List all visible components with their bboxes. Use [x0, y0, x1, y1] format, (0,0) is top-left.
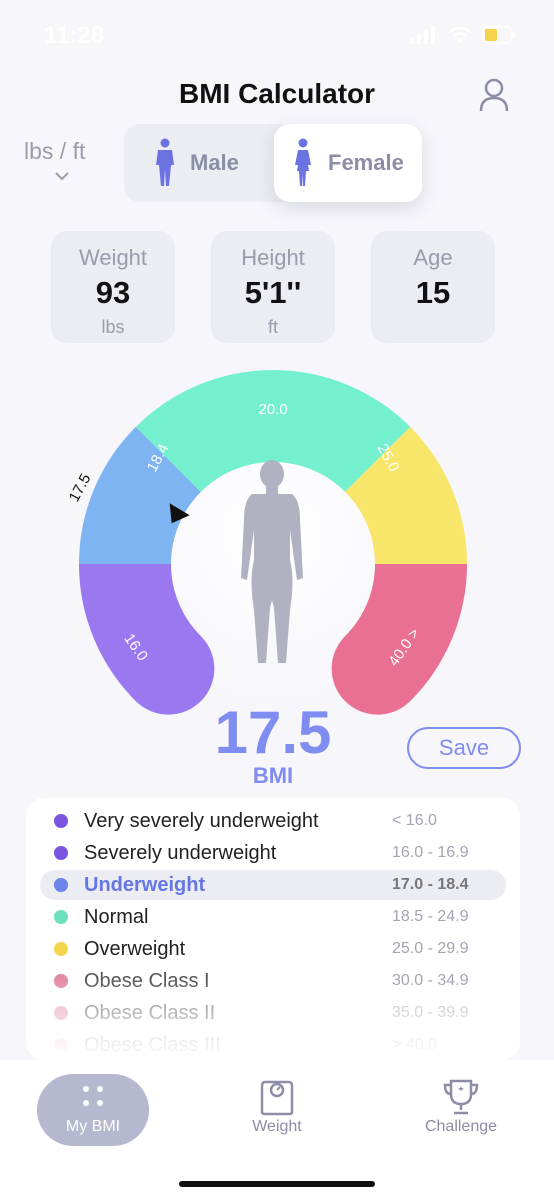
- bmi-gauge: 16.0 18.4 20.0 25.0 40.0 > 17.5: [66, 370, 467, 715]
- category-range: > 40.0: [392, 1036, 437, 1053]
- category-dot: [54, 910, 68, 924]
- save-button[interactable]: Save: [407, 727, 521, 769]
- height-card[interactable]: Height 5'1'' ft: [211, 231, 335, 343]
- list-item: Overweight 25.0 - 29.9: [40, 934, 506, 964]
- category-range: 17.0 - 18.4: [392, 876, 469, 893]
- trophy-icon: [443, 1079, 479, 1115]
- tab-weight[interactable]: Weight: [221, 1074, 333, 1144]
- signal-icon: [410, 26, 435, 44]
- gender-toggle: Male Female: [124, 124, 422, 202]
- category-dot: [54, 1006, 68, 1020]
- status-time: 11:28: [44, 22, 105, 49]
- bmi-value: 17.5: [214, 699, 332, 766]
- category-name: Normal: [84, 905, 149, 928]
- male-option[interactable]: Male: [124, 124, 274, 202]
- height-unit: ft: [267, 317, 278, 337]
- gauge-tick-20: 20.0: [258, 401, 287, 418]
- female-label: Female: [328, 150, 404, 175]
- category-range: < 16.0: [392, 812, 437, 829]
- category-dot: [54, 942, 68, 956]
- tab-challenge[interactable]: Challenge: [405, 1074, 517, 1144]
- list-item: Normal 18.5 - 24.9: [40, 902, 506, 932]
- female-figure-icon: [295, 138, 311, 186]
- list-item: Obese Class II 35.0 - 39.9: [40, 998, 506, 1028]
- female-option[interactable]: Female: [274, 124, 422, 202]
- category-dot: [54, 878, 68, 892]
- battery-icon: [482, 26, 515, 44]
- weight-unit: lbs: [101, 317, 125, 337]
- tab-label: Challenge: [424, 1118, 498, 1135]
- age-value: 15: [415, 275, 451, 310]
- home-indicator: [179, 1181, 375, 1187]
- male-label: Male: [190, 150, 239, 175]
- category-dot: [54, 974, 68, 988]
- category-range: 35.0 - 39.9: [392, 1004, 469, 1021]
- category-dot: [54, 846, 68, 860]
- list-item: Obese Class I 30.0 - 34.9: [40, 966, 506, 996]
- weight-label: Weight: [78, 245, 148, 270]
- category-range: 16.0 - 16.9: [392, 844, 469, 861]
- unit-selector[interactable]: lbs / ft: [24, 138, 85, 165]
- list-item: Severely underweight 16.0 - 16.9: [40, 838, 506, 868]
- category-range: 18.5 - 24.9: [392, 908, 469, 925]
- wifi-icon: [449, 26, 471, 44]
- tab-bar: My BMI Weight Challenge: [0, 1060, 554, 1200]
- category-name: Underweight: [84, 873, 206, 896]
- height-label: Height: [241, 245, 305, 270]
- list-item: Very severely underweight < 16.0: [40, 806, 506, 836]
- category-name: Very severely underweight: [84, 809, 319, 832]
- gauge-segment-green: [135, 370, 411, 493]
- height-value: 5'1'': [244, 275, 302, 310]
- category-name: Severely underweight: [84, 841, 277, 864]
- category-range: 25.0 - 29.9: [392, 940, 469, 957]
- age-label: Age: [413, 245, 453, 270]
- gauge-segment-yellow: [344, 426, 467, 566]
- category-dot: [54, 1038, 68, 1052]
- category-name: Obese Class III: [84, 1033, 221, 1056]
- scale-icon: [260, 1080, 294, 1116]
- profile-icon[interactable]: [478, 78, 510, 112]
- list-item-active: Underweight 17.0 - 18.4: [40, 870, 506, 900]
- bmi-label: BMI: [252, 763, 294, 788]
- tab-label: My BMI: [65, 1118, 121, 1135]
- category-range: 30.0 - 34.9: [392, 972, 469, 989]
- tab-my-bmi[interactable]: My BMI: [37, 1074, 149, 1146]
- category-dot: [54, 814, 68, 828]
- age-card[interactable]: Age 15: [371, 231, 495, 343]
- category-name: Overweight: [84, 937, 186, 960]
- gauge-segment-blue: [79, 426, 202, 566]
- weight-card[interactable]: Weight 93 lbs: [51, 231, 175, 343]
- male-figure-icon: [156, 138, 174, 186]
- category-name: Obese Class II: [84, 1001, 216, 1024]
- list-item: Obese Class III > 40.0: [40, 1030, 506, 1060]
- page-title: BMI Calculator: [178, 78, 376, 109]
- status-icons: [410, 26, 516, 44]
- bmi-category-list: Very severely underweight < 16.0 Severel…: [26, 798, 520, 1060]
- chevron-down-icon[interactable]: [55, 172, 69, 181]
- status-bar: 11:28: [0, 0, 554, 70]
- category-name: Obese Class I: [84, 969, 210, 992]
- weight-value: 93: [95, 275, 131, 310]
- grid-dots-icon: [83, 1086, 103, 1106]
- tab-label: Weight: [252, 1118, 302, 1135]
